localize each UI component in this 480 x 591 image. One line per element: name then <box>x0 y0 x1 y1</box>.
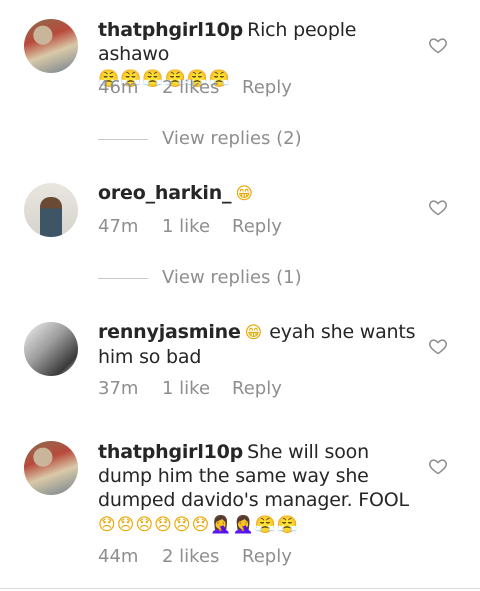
username[interactable]: oreo_harkin_ <box>98 182 232 204</box>
reply-button[interactable]: Reply <box>232 378 282 399</box>
comment-text: oreo_harkin_ 😁 <box>98 181 418 206</box>
likes-count[interactable]: 2 likes <box>162 77 219 98</box>
comment-meta: 44m 2 likes Reply <box>98 546 298 568</box>
comment-text: thatphgirl10p She will soon dump him the … <box>98 440 418 537</box>
likes-count[interactable]: 2 likes <box>162 546 219 567</box>
divider <box>98 278 148 279</box>
timestamp: 44m <box>98 546 139 567</box>
comment-meta: 37m 1 like Reply <box>98 378 298 400</box>
heart-icon[interactable] <box>428 35 448 55</box>
view-replies-label[interactable]: View replies (2) <box>162 128 302 149</box>
likes-count[interactable]: 1 like <box>162 216 210 237</box>
timestamp: 47m <box>98 216 139 237</box>
emoji-text: 😁 <box>235 184 255 204</box>
avatar[interactable] <box>24 19 78 73</box>
reply-button[interactable]: Reply <box>232 216 282 237</box>
timestamp: 37m <box>98 378 139 399</box>
reply-button[interactable]: Reply <box>242 546 292 567</box>
heart-icon[interactable] <box>428 336 448 356</box>
reply-button[interactable]: Reply <box>242 77 292 98</box>
username[interactable]: rennyjasmine <box>98 321 241 343</box>
emoji-text: 😞😞😞😞😞😞🤦‍♀️🤦‍♀️😤😤 <box>98 515 300 535</box>
avatar[interactable] <box>24 322 78 376</box>
view-replies[interactable]: View replies (1) <box>98 267 302 289</box>
emoji-text: 😁 <box>244 323 264 343</box>
avatar[interactable] <box>24 441 78 495</box>
heart-icon[interactable] <box>428 197 448 217</box>
comment-text: rennyjasmine 😁 eyah she wants him so bad <box>98 320 418 369</box>
likes-count[interactable]: 1 like <box>162 378 210 399</box>
username[interactable]: thatphgirl10p <box>98 19 243 41</box>
comment-meta: 47m 1 like Reply <box>98 216 298 238</box>
username[interactable]: thatphgirl10p <box>98 441 243 463</box>
comment-meta: 46m 2 likes Reply <box>98 77 298 99</box>
view-replies-label[interactable]: View replies (1) <box>162 267 302 288</box>
timestamp: 46m <box>98 77 139 98</box>
heart-icon[interactable] <box>428 456 448 476</box>
view-replies[interactable]: View replies (2) <box>98 128 302 150</box>
divider <box>98 139 148 140</box>
divider <box>0 588 480 589</box>
avatar[interactable] <box>24 183 78 237</box>
